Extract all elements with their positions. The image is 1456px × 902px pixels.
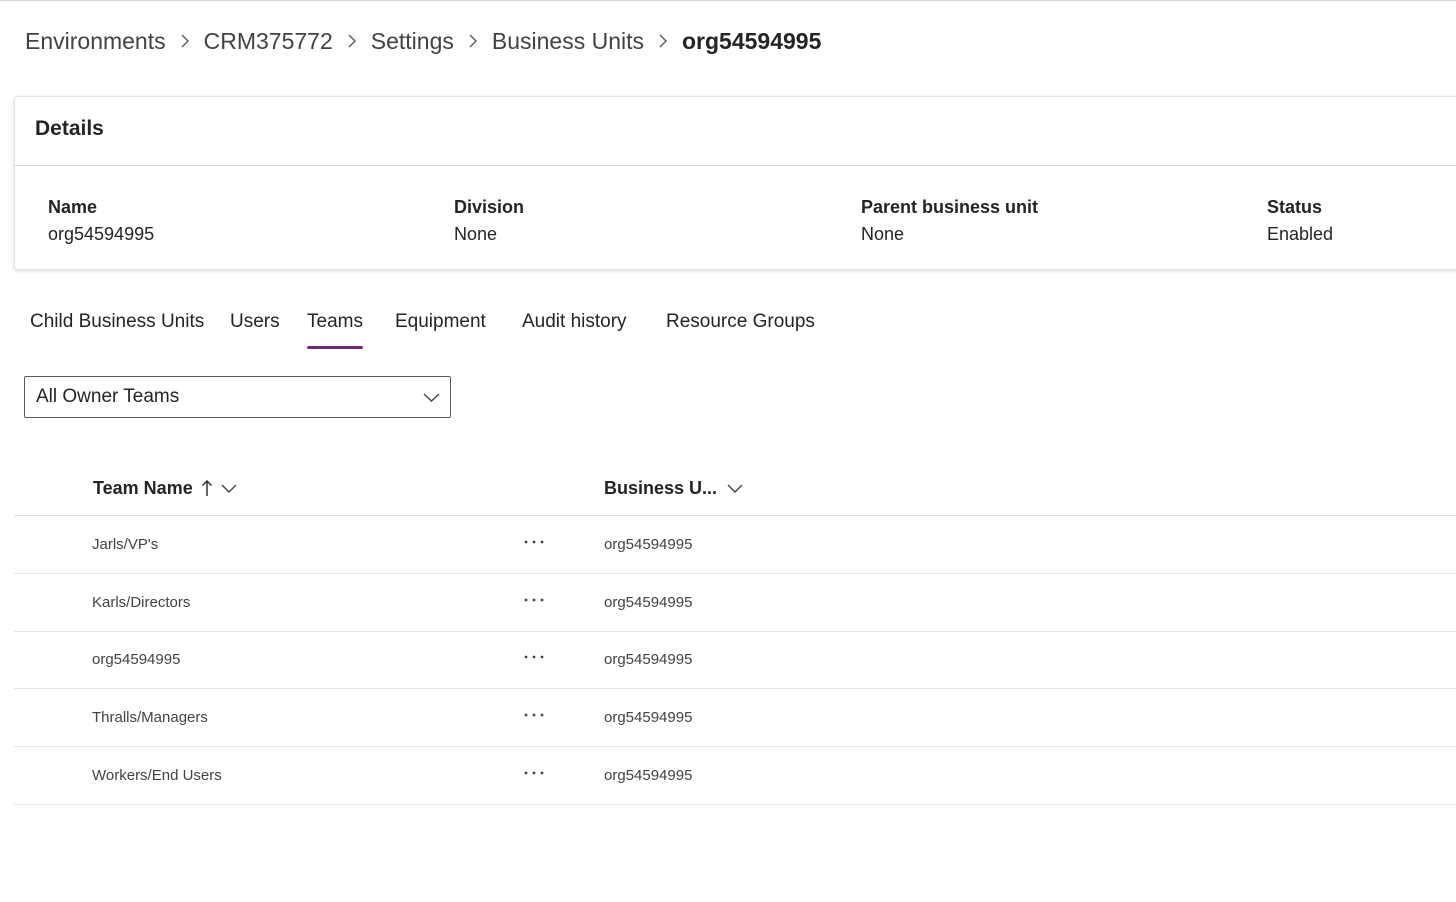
breadcrumb-item-settings[interactable]: Settings [371, 28, 454, 55]
business-unit-cell: org54594995 [604, 536, 693, 553]
breadcrumb-item-business-units[interactable]: Business Units [492, 28, 644, 55]
breadcrumb-item-environment[interactable]: CRM375772 [204, 28, 333, 55]
breadcrumb-item-environments[interactable]: Environments [25, 28, 166, 55]
field-value: None [861, 224, 905, 244]
tab-child-business-units[interactable]: Child Business Units [30, 301, 204, 349]
field-label: Name [48, 197, 98, 217]
column-header-team-name[interactable]: Team Name [93, 461, 237, 515]
team-name-cell[interactable]: org54594995 [92, 631, 180, 688]
field-parent-business-unit: Parent business unit None [861, 195, 1038, 247]
tab-teams[interactable]: Teams [307, 301, 363, 349]
tab-equipment[interactable]: Equipment [395, 301, 486, 349]
table-row[interactable]: Thralls/Managers org54594995 [14, 689, 1456, 747]
sort-ascending-icon [201, 479, 213, 497]
team-name-cell[interactable]: Thralls/Managers [92, 689, 208, 746]
field-status: Status Enabled [1267, 195, 1333, 247]
table-row[interactable]: Jarls/VP's org54594995 [14, 516, 1456, 574]
column-header-business-unit[interactable]: Business U... [604, 461, 743, 515]
chevron-right-icon [166, 25, 204, 57]
team-name-cell[interactable]: Workers/End Users [92, 747, 222, 804]
business-unit-page: Environments CRM375772 Settings Business… [0, 0, 1456, 902]
field-label: Parent business unit [861, 197, 1039, 217]
more-options-icon[interactable] [520, 703, 548, 727]
details-title: Details [35, 117, 104, 140]
team-type-dropdown[interactable]: All Owner Teams [24, 376, 451, 418]
tab-users[interactable]: Users [230, 301, 280, 349]
business-unit-cell: org54594995 [604, 594, 693, 611]
team-name-cell[interactable]: Karls/Directors [92, 574, 190, 631]
table-row[interactable]: org54594995 org54594995 [14, 631, 1456, 689]
business-unit-cell: org54594995 [604, 767, 693, 784]
chevron-right-icon [454, 25, 492, 57]
field-label: Status [1267, 197, 1323, 217]
table-row[interactable]: Karls/Directors org54594995 [14, 574, 1456, 632]
tab-label: Resource Groups [666, 311, 815, 332]
breadcrumb-current: org54594995 [682, 27, 822, 54]
business-unit-cell: org54594995 [604, 709, 693, 726]
more-options-icon[interactable] [520, 530, 548, 554]
more-options-icon[interactable] [520, 588, 548, 612]
tab-label: Teams [307, 311, 363, 332]
tab-audit-history[interactable]: Audit history [522, 301, 627, 349]
column-header-label: Business U... [604, 477, 718, 498]
grid-header: Team Name Business U... [14, 461, 1456, 516]
tab-resource-groups[interactable]: Resource Groups [666, 301, 815, 349]
breadcrumb: Environments CRM375772 Settings Business… [25, 25, 821, 57]
chevron-down-icon[interactable] [727, 482, 743, 494]
tab-label: Child Business Units [30, 311, 205, 332]
chevron-down-icon[interactable] [221, 482, 237, 494]
table-row[interactable]: Workers/End Users org54594995 [14, 747, 1456, 805]
field-division: Division None [454, 195, 524, 247]
field-value: org54594995 [48, 224, 155, 244]
field-value: Enabled [1267, 224, 1334, 244]
dropdown-selected-value: All Owner Teams [36, 386, 180, 407]
chevron-right-icon [333, 25, 371, 57]
tab-label: Audit history [522, 311, 627, 332]
more-options-icon[interactable] [520, 645, 548, 669]
team-name-cell[interactable]: Jarls/VP's [92, 516, 158, 573]
chevron-right-icon [644, 25, 682, 57]
details-card: Details Name org54594995 Division None P… [14, 96, 1456, 270]
business-unit-cell: org54594995 [604, 651, 693, 668]
field-name: Name org54594995 [48, 195, 154, 247]
field-value: None [454, 224, 498, 244]
tab-label: Equipment [395, 311, 486, 332]
tab-label: Users [230, 311, 280, 332]
chevron-down-icon [423, 393, 440, 402]
details-divider [15, 165, 1456, 166]
field-label: Division [454, 197, 525, 217]
active-tab-indicator [307, 346, 363, 349]
column-header-label: Team Name [93, 477, 193, 498]
more-options-icon[interactable] [520, 761, 548, 785]
